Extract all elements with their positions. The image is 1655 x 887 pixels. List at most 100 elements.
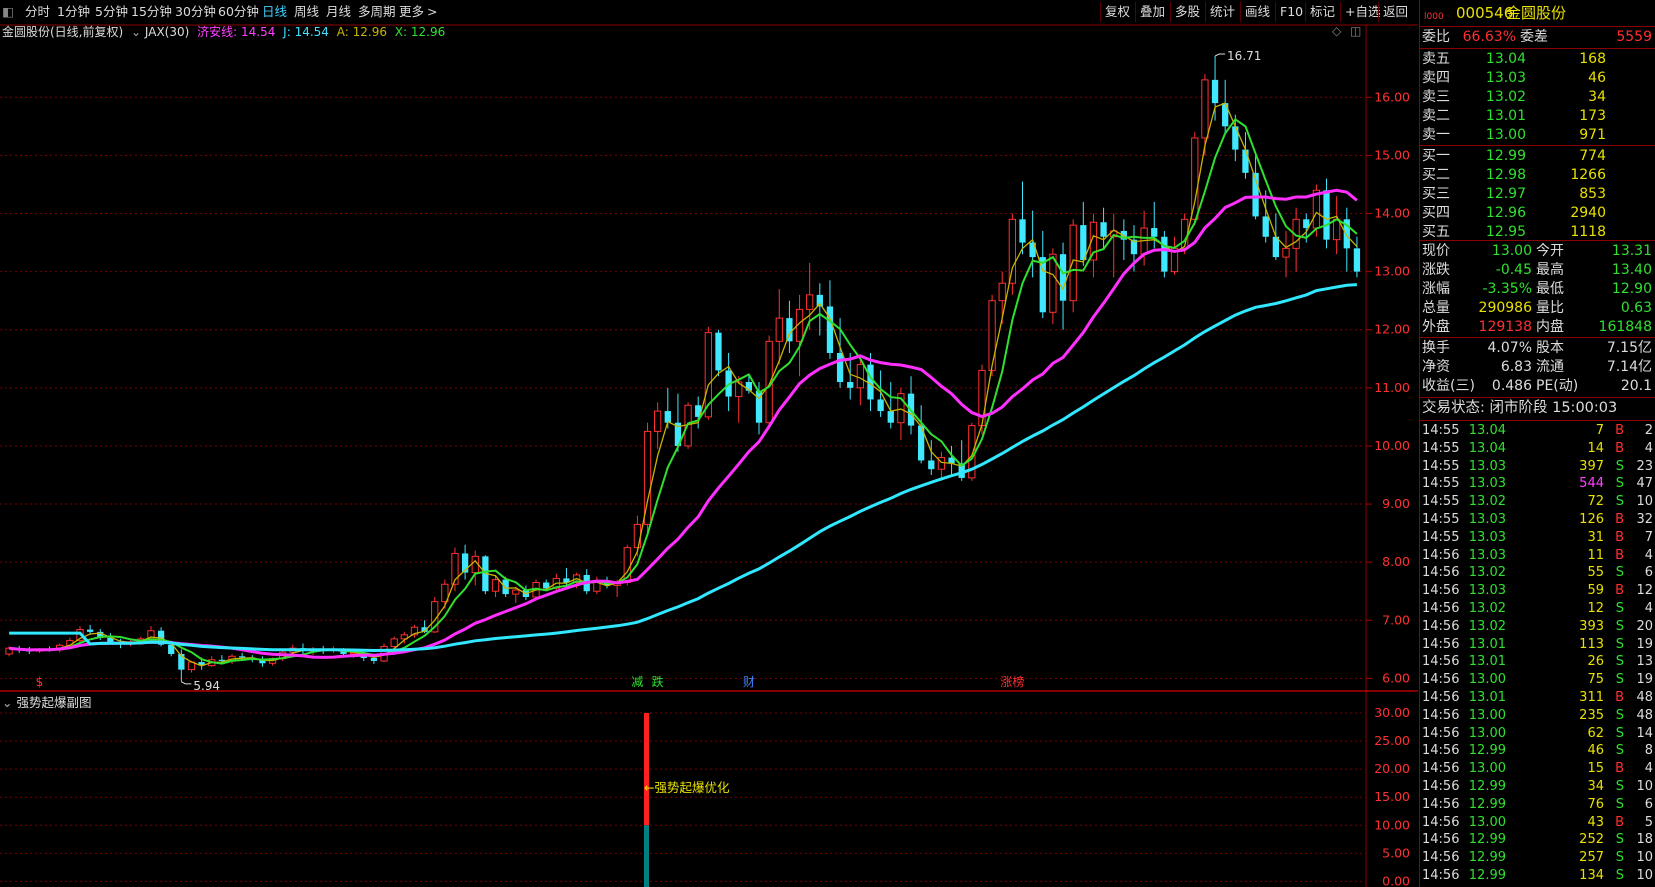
tick-count: 48 [1636, 690, 1653, 705]
quote2-value: 6.83 [1500, 359, 1532, 375]
low-marker [181, 681, 192, 685]
tick-price: 12.99 [1468, 796, 1506, 812]
tick-price: 13.00 [1468, 672, 1506, 688]
candle-body-up [775, 317, 783, 342]
event-marker[interactable]: 跌 [652, 674, 664, 689]
sell-row[interactable]: 卖二 13.01 173 [1420, 107, 1655, 126]
tick-volume: 544 [1579, 476, 1604, 492]
tick-time: 14:55 [1422, 494, 1460, 510]
quote2-label: 流通 [1536, 359, 1564, 375]
sub-y-tick-label: 15.00 [1374, 789, 1410, 804]
chevron-down-icon[interactable]: ⌄ [2, 695, 12, 710]
kline-svg[interactable]: 16.00 15.00 14.00 13.00 12.00 11.00 10.00 9.00 8… [0, 0, 1418, 887]
tick-side: S [1615, 476, 1624, 492]
sell-row[interactable]: 卖一 13.00 971 [1420, 126, 1655, 145]
y-tick-label: 11.00 [1374, 380, 1410, 395]
tick-row: 14:56 12.99 34 S 10 [1420, 778, 1655, 796]
tick-count: 48 [1636, 707, 1653, 723]
tick-side: S [1615, 832, 1624, 848]
event-marker[interactable]: 财 [743, 675, 755, 689]
tick-price: 13.02 [1468, 565, 1506, 581]
chevron-down-icon[interactable]: ⌄ [131, 25, 141, 39]
tick-time: 14:55 [1422, 440, 1460, 456]
period-weekly[interactable]: 周线 [294, 2, 319, 22]
maximize-icon[interactable]: ◫ [1350, 24, 1361, 38]
period-monthly[interactable]: 月线 [326, 2, 351, 22]
candle-body-down [1019, 219, 1026, 243]
btn-fuquan[interactable]: 复权 [1100, 2, 1134, 22]
tick-count: 12 [1636, 583, 1653, 599]
toolbar-menu-icon[interactable]: ◧ [2, 2, 14, 22]
tick-time: 14:56 [1422, 672, 1460, 688]
candle-body-up [1049, 253, 1057, 313]
tick-side: S [1615, 672, 1624, 688]
buy-row[interactable]: 买四 12.96 2940 [1420, 204, 1655, 223]
tick-volume: 72 [1587, 494, 1604, 510]
quote-row: 涨跌 -0.45 最高 13.40 [1420, 261, 1655, 280]
quote-value: -3.35% [1482, 281, 1532, 297]
legend-jianxian: 济安线: 14.54 [197, 25, 276, 39]
tick-volume: 15 [1587, 761, 1604, 777]
period-15min[interactable]: 15分钟 [131, 2, 172, 22]
tick-time: 14:56 [1422, 814, 1460, 830]
period-fenshi[interactable]: 分时 [25, 2, 50, 22]
candle-body-down [1242, 149, 1249, 173]
event-marker[interactable]: 涨榜 [1000, 674, 1024, 689]
tick-price: 13.02 [1468, 618, 1506, 634]
tick-volume: 11 [1587, 547, 1604, 563]
sell-volume: 173 [1579, 108, 1606, 124]
buy-row[interactable]: 买三 12.97 853 [1420, 185, 1655, 204]
btn-huaxian[interactable]: 画线 [1240, 2, 1274, 22]
sell-row[interactable]: 卖三 13.02 34 [1420, 88, 1655, 107]
tick-count: 32 [1636, 512, 1653, 527]
period-1min[interactable]: 1分钟 [57, 2, 90, 22]
period-60min[interactable]: 60分钟 [218, 2, 259, 22]
tick-price: 13.03 [1468, 583, 1506, 599]
kline-chart-area[interactable]: 16.00 15.00 14.00 13.00 12.00 11.00 10.00 9.00 8… [0, 0, 1418, 887]
event-marker[interactable]: $ [36, 675, 44, 689]
tick-count: 7 [1644, 529, 1653, 545]
trade-status: 交易状态: 闭市阶段 15:00:03 [1422, 400, 1618, 416]
candle-body-down [887, 411, 894, 423]
tick-price: 13.02 [1468, 601, 1506, 616]
tick-price: 13.00 [1468, 707, 1506, 723]
weibi-label: 委比 [1422, 29, 1450, 45]
tick-count: 10 [1636, 779, 1653, 794]
candle-body-up [1069, 224, 1077, 302]
btn-diejia[interactable]: 叠加 [1135, 2, 1169, 22]
btn-biaoji[interactable]: 标记 [1305, 2, 1339, 22]
tick-side: S [1615, 458, 1624, 474]
sell-label: 卖三 [1422, 89, 1450, 105]
tick-count: 4 [1644, 547, 1653, 563]
event-marker[interactable]: 减 [631, 675, 643, 689]
tick-side: S [1615, 654, 1624, 670]
indicator-name[interactable]: JAX(30) [145, 25, 189, 39]
tick-row: 14:56 13.00 62 S 14 [1420, 725, 1655, 743]
sell-row[interactable]: 卖四 13.03 46 [1420, 69, 1655, 88]
tick-volume: 311 [1579, 690, 1604, 705]
tick-price: 12.99 [1468, 832, 1506, 848]
tick-time: 14:55 [1422, 529, 1460, 545]
period-5min[interactable]: 5分钟 [95, 2, 128, 22]
period-30min[interactable]: 30分钟 [175, 2, 216, 22]
sell-row[interactable]: 卖五 13.04 168 [1420, 50, 1655, 69]
btn-fanhui[interactable]: 返回 [1378, 2, 1412, 22]
btn-f10[interactable]: F10 [1275, 2, 1307, 22]
tick-count: 10 [1636, 494, 1653, 510]
chevron-right-icon[interactable]: > [427, 2, 437, 22]
candle-body-up [1191, 137, 1199, 220]
tick-row: 14:56 13.01 26 S 13 [1420, 653, 1655, 671]
sell-label: 卖五 [1422, 51, 1450, 67]
buy-price: 12.96 [1485, 205, 1526, 221]
period-more[interactable]: 更多 [399, 2, 424, 22]
period-daily[interactable]: 日线 [262, 2, 287, 22]
buy-row[interactable]: 买一 12.99 774 [1420, 147, 1655, 166]
tick-price: 12.99 [1468, 743, 1506, 759]
diamond-icon[interactable]: ◇ [1332, 24, 1341, 38]
buy-row[interactable]: 买二 12.98 1266 [1420, 166, 1655, 185]
quote-label: 量比 [1536, 300, 1564, 316]
period-multi[interactable]: 多周期 [358, 2, 396, 22]
quote-label: 现价 [1422, 243, 1450, 259]
btn-duogu[interactable]: 多股 [1170, 2, 1204, 22]
btn-tongji[interactable]: 统计 [1205, 2, 1239, 22]
